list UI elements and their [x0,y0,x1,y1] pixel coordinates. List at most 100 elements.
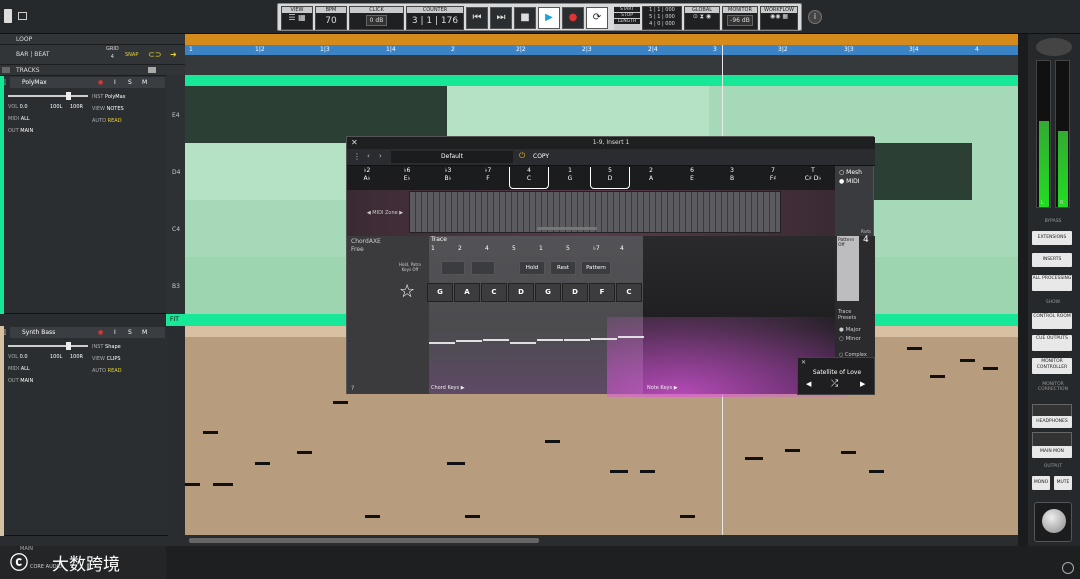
prev-song-icon[interactable]: ◀ [806,380,811,388]
automation-value[interactable]: READ [108,118,122,124]
headphones-button[interactable]: HEADPHONES [1032,416,1072,428]
parts-value[interactable]: 4 [863,235,869,245]
midi-note[interactable] [745,457,763,460]
forward-button[interactable]: ⏭ [490,7,512,29]
grid-control[interactable]: GRID 4 [106,45,119,61]
midi-note[interactable] [960,359,975,362]
pan-left-value[interactable]: 100L [50,354,62,360]
mute-button[interactable]: MUTE [1054,476,1072,490]
pan-left-value[interactable]: 100L [50,104,62,110]
midi-note[interactable] [545,440,560,443]
automation-value[interactable]: READ [108,368,122,374]
midi-input-value[interactable]: ALL [21,366,30,372]
layout-icon[interactable] [18,12,27,20]
grid-value[interactable]: 4 [111,54,114,60]
info-icon[interactable]: i [808,10,822,24]
loop-region[interactable] [185,34,1018,45]
velocity-bar[interactable] [483,339,509,341]
track-synth-bass[interactable]: ▥ Synth Bass ● I S M VOL 0.0 100L 100R M… [0,326,168,536]
mesh-option[interactable]: ○ Mesh [839,169,862,176]
velocity-bar[interactable] [510,342,536,344]
hold-button[interactable]: Hold [519,261,545,275]
more-menu-icon[interactable]: ⋮ [353,152,361,161]
rewind-button[interactable]: ⏮ [466,7,488,29]
monitor-level[interactable]: -96 dB [727,15,753,26]
loop-button[interactable]: ⟳ [586,7,608,29]
view-control[interactable]: VIEW ☰ ▦ [281,6,313,30]
cue-outputs-button[interactable]: CUE OUTPUTS [1032,335,1072,351]
power-icon[interactable]: ⏻ [519,151,525,161]
next-preset-icon[interactable]: › [379,152,382,160]
midi-note[interactable] [610,470,628,473]
midi-note[interactable] [983,367,998,370]
output-value[interactable]: MAIN [20,378,33,384]
chord-slot[interactable]: T C♯ D♭ [793,167,833,189]
click-level[interactable]: 0 dB [365,15,388,26]
midi-note[interactable] [785,449,800,452]
start-value[interactable]: 1 | 1 | 000 [643,7,681,14]
note-key[interactable]: A [454,283,480,302]
inserts-button[interactable]: INSERTS [1032,253,1072,267]
midi-note-block[interactable] [185,86,447,143]
midi-note[interactable] [203,431,218,434]
monitor-control[interactable]: MONITOR -96 dB [722,6,758,30]
volume-fader-handle[interactable] [66,342,71,350]
midi-note[interactable] [185,483,200,486]
chord-slot[interactable]: ♭3 B♭ [428,167,468,189]
midi-option[interactable]: ● MIDI [839,178,860,185]
mute-button[interactable]: M [142,327,147,338]
view-value[interactable]: NOTES [107,106,124,112]
chord-slot-active[interactable]: 4C [509,167,549,189]
stop-value[interactable]: 5 | 1 | 000 [643,14,681,21]
note-key[interactable]: C [481,283,507,302]
chord-slot[interactable]: 2A [631,167,671,189]
range-values[interactable]: 1 | 1 | 000 5 | 1 | 000 4 | 0 | 000 [642,6,682,30]
note-key[interactable]: G [427,283,453,302]
chord-slot[interactable]: ♭6 E♭ [387,167,427,189]
velocity-bar[interactable] [456,340,482,342]
chord-slot[interactable]: 6E [672,167,712,189]
scrollbar-thumb[interactable] [189,538,539,543]
chord-slot[interactable]: 7 F♯ [753,167,793,189]
star-icon[interactable]: ☆ [399,281,415,302]
velocity-bar[interactable] [591,338,617,340]
minor-option[interactable]: ○ Minor [839,336,861,342]
rest-button[interactable]: Rest [550,261,576,275]
monitor-controller-button[interactable]: MONITOR CONTROLLER [1032,358,1072,374]
chord-slot[interactable]: ♭7 F [468,167,508,189]
volume-fader-handle[interactable] [66,92,71,100]
midi-note[interactable] [640,470,655,473]
fit-label[interactable]: FIT [170,316,179,323]
input-monitor-button[interactable]: I [114,77,116,88]
next-song-icon[interactable]: ▶ [860,380,865,388]
chord-slot[interactable]: 3B [712,167,752,189]
bpm-value[interactable]: 70 [325,16,336,26]
length-value[interactable]: 4 | 0 | 000 [643,21,681,28]
velocity-bar[interactable] [537,339,563,341]
stop-button[interactable]: ■ [514,7,536,29]
solo-button[interactable]: S [128,77,132,88]
preset-name-field[interactable]: Default [391,151,513,163]
keyboard-scroll[interactable] [537,227,597,230]
hold-slot-1[interactable] [441,261,465,275]
velocity-bar[interactable] [618,336,644,338]
monitor-volume-knob[interactable] [1042,509,1066,533]
all-processing-button[interactable]: ALL PROCESSING [1032,275,1072,291]
midi-zone-control[interactable]: ◀ MIDI Zone ▶ [365,210,405,216]
play-button[interactable]: ▶ [538,7,560,29]
volume-fader[interactable] [8,345,88,347]
mono-button[interactable]: MONO [1032,476,1050,490]
track-name-row[interactable]: ▥ Synth Bass ● I S M [0,327,165,338]
track-name[interactable]: Synth Bass [22,329,55,336]
midi-note[interactable] [447,462,465,465]
snap-button[interactable]: SNAP [125,45,138,65]
record-arm-icon[interactable]: ● [98,77,103,88]
note-key[interactable]: C [616,283,642,302]
velocity-bar[interactable] [429,342,455,344]
prev-preset-icon[interactable]: ‹ [367,152,370,160]
chord-slot-active[interactable]: 5D [590,167,630,189]
instrument-value[interactable]: Shape [105,344,121,350]
midi-input-value[interactable]: ALL [21,116,30,122]
volume-value[interactable]: 0.0 [20,104,28,110]
pan-right-value[interactable]: 100R [70,354,83,360]
